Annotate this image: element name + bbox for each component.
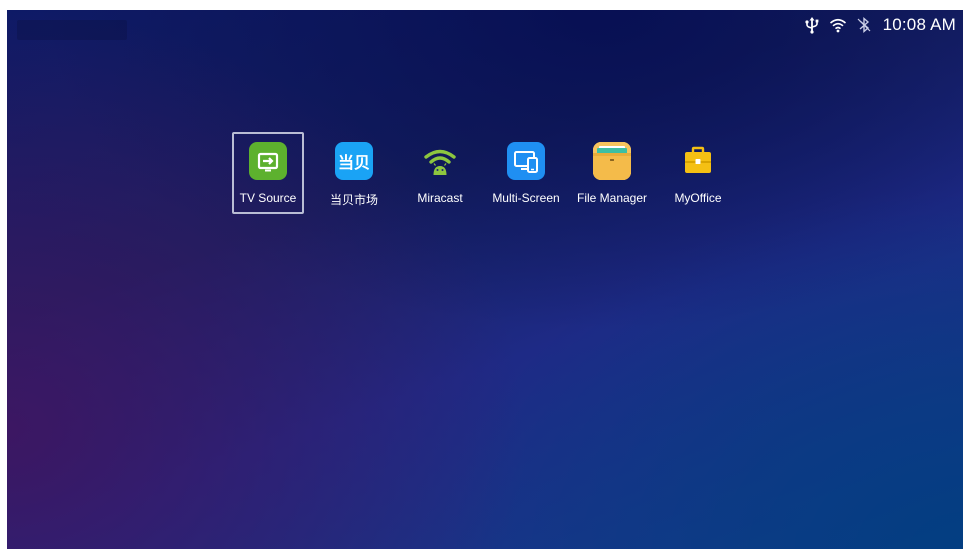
app-multi-screen[interactable]: Multi-Screen [490,132,562,214]
home-screen: 10:08 AM TV Source 当贝 当贝市场 Miracast Mult… [7,10,963,549]
app-label: MyOffice [674,191,722,205]
app-file-manager[interactable]: File Manager [576,132,648,214]
app-label: File Manager [576,191,648,205]
app-label: Miracast [417,191,463,205]
top-left-label [17,20,127,40]
clock-time: 10:08 AM [882,15,956,34]
file-manager-icon [593,142,631,180]
app-label: 当贝市场 [329,193,378,207]
bluetooth-icon [855,16,873,34]
myoffice-icon [679,142,717,180]
app-label: Multi-Screen [492,191,560,205]
dangbei-market-icon: 当贝 [335,142,373,180]
app-miracast[interactable]: Miracast [404,132,476,214]
multi-screen-icon [507,142,545,180]
dangbei-logo-text: 当贝 [337,153,370,172]
tv-source-icon [249,142,287,180]
app-tv-source[interactable]: TV Source [232,132,304,214]
app-row: TV Source 当贝 当贝市场 Miracast Multi-Screen … [232,132,748,214]
app-myoffice[interactable]: MyOffice [662,132,734,214]
status-bar: 10:08 AM [803,12,956,38]
usb-icon [803,16,821,34]
app-dangbei-market[interactable]: 当贝 当贝市场 [318,132,390,214]
app-label: TV Source [239,191,297,205]
wifi-icon [829,16,847,34]
miracast-icon [421,142,459,180]
